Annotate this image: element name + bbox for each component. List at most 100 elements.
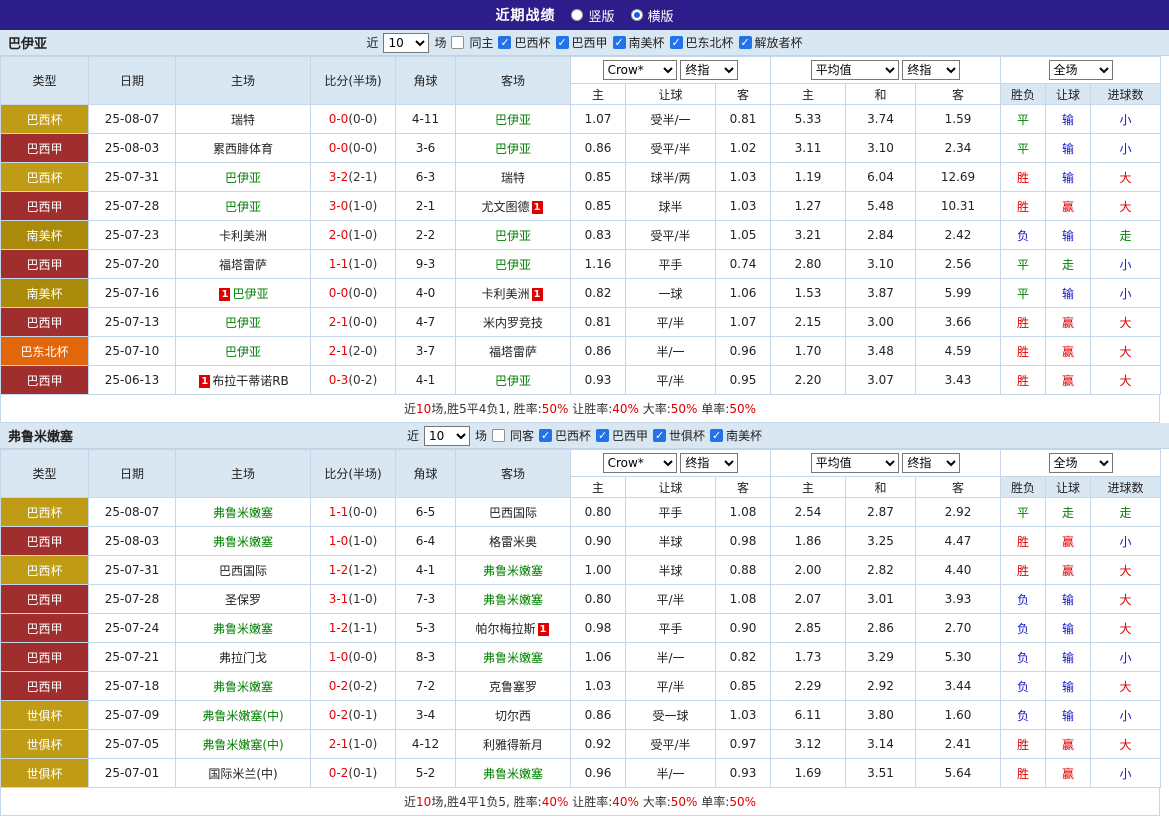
team-label: 米内罗竞技 — [483, 316, 543, 330]
subcol-result: 胜负 — [1001, 477, 1046, 498]
team-name-text: 瑞特 — [501, 171, 525, 185]
score-cell: 0-3(0-2) — [311, 366, 396, 395]
red-card-badge: 1 — [532, 201, 543, 214]
odds-provider-select[interactable]: Crow* — [603, 60, 677, 80]
summary-text: 让胜率: — [568, 793, 612, 810]
odds-cell: 半球 — [626, 527, 716, 556]
match-count-select[interactable]: 10 — [424, 426, 470, 446]
team-label: 弗鲁米嫩塞 — [213, 622, 273, 636]
result-cell: 走 — [1091, 221, 1161, 250]
col-header-score: 比分(半场) — [311, 450, 396, 498]
full-score: 2-1 — [329, 737, 349, 751]
average-select[interactable]: 平均值 — [811, 453, 899, 473]
radio-horizontal-layout[interactable]: 横版 — [631, 6, 674, 25]
average-final-select[interactable]: 终指 — [902, 60, 960, 80]
half-score: (0-0) — [348, 112, 377, 126]
scope-select[interactable]: 全场 — [1049, 453, 1113, 473]
league-checkbox[interactable] — [613, 36, 626, 49]
odds-cell: 2.70 — [916, 614, 1001, 643]
odds-cell: 3.80 — [846, 701, 916, 730]
team-section-2: 弗鲁米嫩塞 近 10 场 同客 巴西杯 巴西甲 世俱杯 南美杯 — [0, 423, 1169, 816]
league-checkbox[interactable] — [670, 36, 683, 49]
team-label: 切尔西 — [495, 709, 531, 723]
subcol-home-odds: 主 — [571, 477, 626, 498]
odds-cell: 3.87 — [846, 279, 916, 308]
result-cell: 输 — [1046, 279, 1091, 308]
odds-provider-select[interactable]: Crow* — [603, 453, 677, 473]
result-cell: 平 — [1001, 279, 1046, 308]
league-checkbox[interactable] — [498, 36, 511, 49]
league-checkbox[interactable] — [739, 36, 752, 49]
col-header-type: 类型 — [1, 57, 89, 105]
team-name-text: 国际米兰(中) — [208, 767, 277, 781]
date-cell: 25-08-03 — [89, 134, 176, 163]
odds-cell: 0.74 — [716, 250, 771, 279]
odds-cell: 1.16 — [571, 250, 626, 279]
odds-final-select[interactable]: 终指 — [680, 60, 738, 80]
same-venue-checkbox[interactable] — [451, 36, 464, 49]
corner-cell: 4-11 — [396, 105, 456, 134]
league-checkbox[interactable] — [710, 429, 723, 442]
same-venue-checkbox[interactable] — [492, 429, 505, 442]
league-type-cell: 巴西杯 — [1, 163, 89, 192]
result-cell: 赢 — [1046, 337, 1091, 366]
average-final-select[interactable]: 终指 — [902, 453, 960, 473]
league-filter-item: 巴西杯 — [498, 34, 550, 51]
team-label: 1巴伊亚 — [217, 287, 268, 301]
league-checkbox[interactable] — [653, 429, 666, 442]
match-row: 巴西甲25-07-28圣保罗3-1(1-0)7-3弗鲁米嫩塞0.80平/半1.0… — [1, 585, 1161, 614]
league-checkbox[interactable] — [596, 429, 609, 442]
odds-cell: 2.92 — [916, 498, 1001, 527]
team-label: 瑞特 — [231, 113, 255, 127]
odds-cell: 受半/一 — [626, 105, 716, 134]
full-score: 0-0 — [329, 112, 349, 126]
league-type-cell: 巴西杯 — [1, 105, 89, 134]
date-cell: 25-07-28 — [89, 585, 176, 614]
league-label: 巴西甲 — [612, 427, 648, 444]
team-name-text: 卡利美洲 — [481, 287, 529, 301]
odds-cell: 12.69 — [916, 163, 1001, 192]
league-type-cell: 巴西甲 — [1, 643, 89, 672]
corner-cell: 2-1 — [396, 192, 456, 221]
away-team-cell: 巴伊亚 — [456, 250, 571, 279]
odds-cell: 0.80 — [571, 498, 626, 527]
average-select[interactable]: 平均值 — [811, 60, 899, 80]
odds-cell: 受一球 — [626, 701, 716, 730]
corner-cell: 7-2 — [396, 672, 456, 701]
half-score: (1-0) — [348, 737, 377, 751]
home-team-cell: 国际米兰(中) — [176, 759, 311, 788]
subcol-handicap: 让球 — [626, 84, 716, 105]
subcol-handicap-result: 让球 — [1046, 477, 1091, 498]
odds-cell: 0.85 — [571, 163, 626, 192]
team-name-text: 巴伊亚 — [495, 113, 531, 127]
full-score: 0-0 — [329, 286, 349, 300]
league-checkbox[interactable] — [539, 429, 552, 442]
odds-cell: 3.25 — [846, 527, 916, 556]
date-cell: 25-07-31 — [89, 556, 176, 585]
odds-cell: 受平/半 — [626, 221, 716, 250]
match-count-select[interactable]: 10 — [383, 33, 429, 53]
home-team-cell: 1巴伊亚 — [176, 279, 311, 308]
team-name-text: 格雷米奥 — [489, 535, 537, 549]
odds-cell: 1.08 — [716, 498, 771, 527]
summary-row: 近10场,胜4平1负5, 胜率:40% 让胜率:40% 大率:50% 单率:50… — [0, 788, 1160, 816]
team-name-text: 弗鲁米嫩塞 — [483, 767, 543, 781]
team-label: 巴西国际 — [219, 564, 267, 578]
date-cell: 25-07-23 — [89, 221, 176, 250]
subcol-avg-away: 客 — [916, 477, 1001, 498]
odds-cell: 球半 — [626, 192, 716, 221]
result-cell: 走 — [1046, 498, 1091, 527]
radio-vertical-layout[interactable]: 竖版 — [571, 6, 614, 25]
league-checkbox[interactable] — [556, 36, 569, 49]
team-label: 福塔雷萨 — [489, 345, 537, 359]
odds-provider-header: Crow* 终指 — [571, 450, 771, 477]
league-filter-item: 巴西甲 — [596, 427, 648, 444]
same-venue-label: 同主 — [469, 34, 493, 51]
half-score: (1-0) — [348, 534, 377, 548]
summary-text: 近 — [404, 793, 416, 810]
team-section-1: 巴伊亚 近 10 场 同主 巴西杯 巴西甲 南美杯 巴东北杯 — [0, 30, 1169, 423]
result-cell: 小 — [1091, 105, 1161, 134]
odds-final-select[interactable]: 终指 — [680, 453, 738, 473]
scope-select[interactable]: 全场 — [1049, 60, 1113, 80]
odds-cell: 0.93 — [716, 759, 771, 788]
